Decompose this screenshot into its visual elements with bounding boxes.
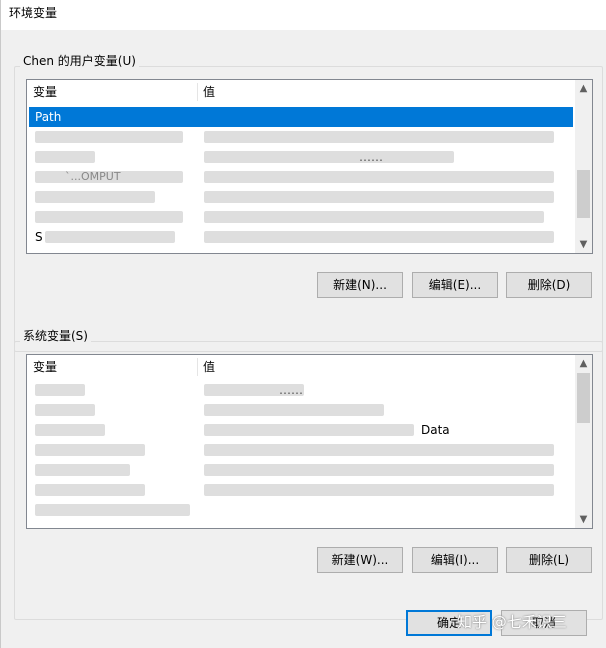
list-row[interactable] xyxy=(29,480,573,500)
list-header: 变量 值 xyxy=(27,355,592,379)
redacted-name xyxy=(35,151,95,163)
redacted-value xyxy=(204,424,414,436)
redacted-value xyxy=(204,484,554,496)
redacted-value xyxy=(204,171,554,183)
list-row[interactable] xyxy=(29,207,573,227)
redacted-name xyxy=(35,404,95,416)
system-variables-label: 系统变量(S) xyxy=(20,329,91,343)
list-row[interactable]: …… xyxy=(29,147,573,167)
redacted-name xyxy=(35,191,155,203)
row-value: Data xyxy=(421,423,450,437)
redacted-name xyxy=(35,424,105,436)
user-new-button[interactable]: 新建(N)... xyxy=(317,272,403,298)
user-delete-button[interactable]: 删除(D) xyxy=(506,272,592,298)
vertical-scrollbar[interactable]: ▲ ▼ xyxy=(575,80,592,253)
list-row[interactable] xyxy=(29,187,573,207)
row-name: `...OMPUT xyxy=(65,170,121,183)
system-delete-button[interactable]: 删除(L) xyxy=(506,547,592,573)
column-header-value[interactable]: 值 xyxy=(197,80,577,104)
column-header-variable[interactable]: 变量 xyxy=(27,355,197,379)
column-header-variable[interactable]: 变量 xyxy=(27,80,197,104)
list-row[interactable]: Data xyxy=(29,420,573,440)
list-row[interactable]: `...OMPUT xyxy=(29,167,573,187)
system-variables-list[interactable]: 变量 值 …… Data ▲ ▼ xyxy=(26,354,593,529)
redacted-name xyxy=(45,231,175,243)
list-row[interactable] xyxy=(29,460,573,480)
row-value: …… xyxy=(359,150,383,164)
scroll-up-arrow-icon[interactable]: ▲ xyxy=(575,355,592,372)
redacted-value xyxy=(204,191,554,203)
redacted-value xyxy=(204,464,554,476)
redacted-name xyxy=(35,211,183,223)
list-header: 变量 值 xyxy=(27,80,592,104)
watermark-text: 知乎 @七禾识三 xyxy=(457,613,567,631)
redacted-value xyxy=(204,131,554,143)
redacted-name xyxy=(35,464,130,476)
scrollbar-thumb[interactable] xyxy=(577,373,590,423)
user-variables-list[interactable]: 变量 值 Path …… `...OMPUT S ▲ ▼ xyxy=(26,79,593,254)
redacted-name xyxy=(35,504,190,516)
redacted-name xyxy=(35,131,183,143)
column-header-value[interactable]: 值 xyxy=(197,355,577,379)
redacted-name xyxy=(35,484,145,496)
list-row-selected[interactable]: Path xyxy=(29,107,573,127)
user-edit-button[interactable]: 编辑(E)... xyxy=(412,272,498,298)
list-row[interactable]: …… xyxy=(29,380,573,400)
redacted-value xyxy=(204,151,454,163)
list-row[interactable] xyxy=(29,400,573,420)
redacted-name xyxy=(35,384,85,396)
redacted-name xyxy=(35,444,145,456)
redacted-value xyxy=(204,404,384,416)
dialog-client: Chen 的用户变量(U) 变量 值 Path …… `...OMPUT S ▲… xyxy=(1,30,606,648)
redacted-value xyxy=(204,231,554,243)
redacted-value xyxy=(204,444,554,456)
list-row[interactable] xyxy=(29,127,573,147)
scroll-down-arrow-icon[interactable]: ▼ xyxy=(575,511,592,528)
system-edit-button[interactable]: 编辑(I)... xyxy=(412,547,498,573)
redacted-value xyxy=(204,211,544,223)
scroll-up-arrow-icon[interactable]: ▲ xyxy=(575,80,592,97)
vertical-scrollbar[interactable]: ▲ ▼ xyxy=(575,355,592,528)
row-value: …… xyxy=(279,383,303,397)
title-bar: 环境变量 xyxy=(0,0,606,30)
list-row[interactable] xyxy=(29,500,573,520)
window-title: 环境变量 xyxy=(9,6,58,20)
user-variables-label: Chen 的用户变量(U) xyxy=(20,54,139,68)
scrollbar-thumb[interactable] xyxy=(577,170,590,218)
system-new-button[interactable]: 新建(W)... xyxy=(317,547,403,573)
row-name: S xyxy=(35,230,43,244)
row-name: Path xyxy=(35,110,62,124)
scroll-down-arrow-icon[interactable]: ▼ xyxy=(575,236,592,253)
list-row[interactable]: S xyxy=(29,227,573,247)
list-row[interactable] xyxy=(29,440,573,460)
